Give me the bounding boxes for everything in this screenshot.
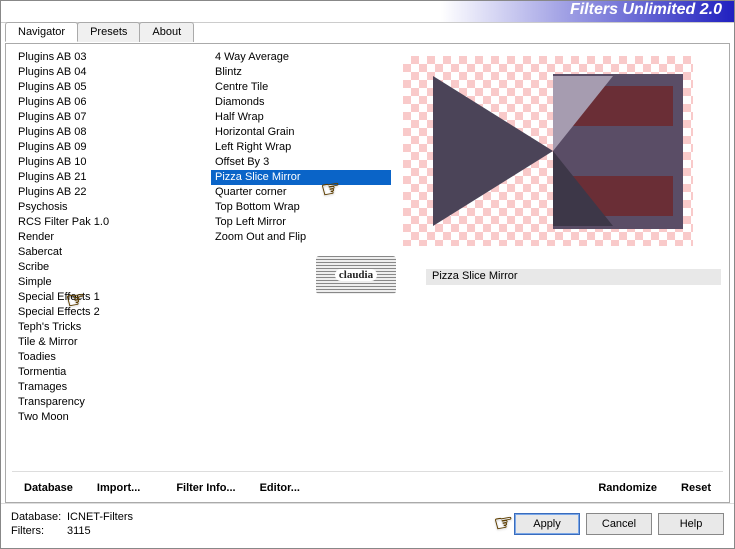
list-item[interactable]: Offset By 3 xyxy=(211,155,391,170)
list-item[interactable]: Simple xyxy=(14,275,201,290)
list-item[interactable]: Plugins AB 03 xyxy=(14,50,201,65)
list-item[interactable]: Half Wrap xyxy=(211,110,391,125)
category-column: Plugins AB 03Plugins AB 04Plugins AB 05P… xyxy=(6,44,201,502)
preview-pane: claudia Pizza Slice Mirror xyxy=(391,44,729,502)
tab-strip: Navigator Presets About xyxy=(5,22,730,42)
list-item[interactable]: Blintz xyxy=(211,65,391,80)
list-item[interactable]: Transparency xyxy=(14,395,201,410)
apply-button[interactable]: Apply xyxy=(514,513,580,535)
reset-button[interactable]: Reset xyxy=(669,478,723,498)
title-bar: Filters Unlimited 2.0 xyxy=(1,1,734,23)
list-item[interactable]: Plugins AB 06 xyxy=(14,95,201,110)
list-item[interactable]: Special Effects 1 xyxy=(14,290,201,305)
status-bar: Database:ICNET-Filters Filters:3115 Appl… xyxy=(1,503,734,543)
tab-about[interactable]: About xyxy=(139,22,194,42)
list-item[interactable]: Plugins AB 08 xyxy=(14,125,201,140)
list-item[interactable]: Pizza Slice Mirror xyxy=(211,170,391,185)
list-item[interactable]: 4 Way Average xyxy=(211,50,391,65)
list-item[interactable]: Diamonds xyxy=(211,95,391,110)
list-item[interactable]: Top Bottom Wrap xyxy=(211,200,391,215)
database-button[interactable]: Database xyxy=(12,478,85,498)
list-item[interactable]: Teph's Tricks xyxy=(14,320,201,335)
list-item[interactable]: Tramages xyxy=(14,380,201,395)
app-title: Filters Unlimited 2.0 xyxy=(570,1,722,19)
cancel-button[interactable]: Cancel xyxy=(586,513,652,535)
preview-image xyxy=(403,56,693,246)
tab-navigator[interactable]: Navigator xyxy=(5,22,78,42)
list-item[interactable]: Tormentia xyxy=(14,365,201,380)
list-item[interactable]: Tile & Mirror xyxy=(14,335,201,350)
list-item[interactable]: Sabercat xyxy=(14,245,201,260)
list-item[interactable]: Plugins AB 10 xyxy=(14,155,201,170)
list-item[interactable]: Top Left Mirror xyxy=(211,215,391,230)
status-info: Database:ICNET-Filters Filters:3115 xyxy=(11,510,133,538)
filter-list[interactable]: 4 Way AverageBlintzCentre TileDiamondsHa… xyxy=(211,50,391,245)
list-item[interactable]: Zoom Out and Flip xyxy=(211,230,391,245)
list-item[interactable]: Horizontal Grain xyxy=(211,125,391,140)
help-button[interactable]: Help xyxy=(658,513,724,535)
list-item[interactable]: Toadies xyxy=(14,350,201,365)
editor-button[interactable]: Editor... xyxy=(248,478,312,498)
list-item[interactable]: RCS Filter Pak 1.0 xyxy=(14,215,201,230)
list-item[interactable]: Plugins AB 22 xyxy=(14,185,201,200)
list-item[interactable]: Two Moon xyxy=(14,410,201,425)
list-item[interactable]: Plugins AB 07 xyxy=(14,110,201,125)
filter-name-label: Pizza Slice Mirror xyxy=(426,269,721,285)
list-item[interactable]: Scribe xyxy=(14,260,201,275)
list-item[interactable]: Left Right Wrap xyxy=(211,140,391,155)
list-item[interactable]: Quarter corner xyxy=(211,185,391,200)
navigator-panel: Plugins AB 03Plugins AB 04Plugins AB 05P… xyxy=(5,43,730,503)
filter-info-button[interactable]: Filter Info... xyxy=(164,478,247,498)
panel-button-row: Database Import... Filter Info... Editor… xyxy=(12,471,723,498)
list-item[interactable]: Plugins AB 04 xyxy=(14,65,201,80)
list-item[interactable]: Centre Tile xyxy=(211,80,391,95)
list-item[interactable]: Psychosis xyxy=(14,200,201,215)
import-button[interactable]: Import... xyxy=(85,478,152,498)
randomize-button[interactable]: Randomize xyxy=(586,478,669,498)
brand-logo: claudia xyxy=(316,256,396,294)
category-list[interactable]: Plugins AB 03Plugins AB 04Plugins AB 05P… xyxy=(14,50,201,496)
pointer-icon xyxy=(492,508,516,537)
list-item[interactable]: Special Effects 2 xyxy=(14,305,201,320)
list-item[interactable]: Plugins AB 21 xyxy=(14,170,201,185)
tab-presets[interactable]: Presets xyxy=(77,22,140,42)
list-item[interactable]: Render xyxy=(14,230,201,245)
list-item[interactable]: Plugins AB 09 xyxy=(14,140,201,155)
list-item[interactable]: Plugins AB 05 xyxy=(14,80,201,95)
